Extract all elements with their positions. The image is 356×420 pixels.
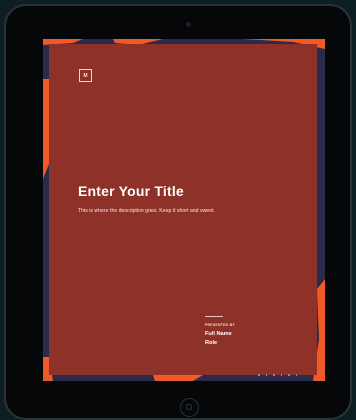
slide-description: This is where the description goes. Keep…: [78, 208, 215, 214]
pager-dot[interactable]: [288, 374, 290, 376]
slide-title: Enter Your Title: [78, 183, 184, 199]
pager-dot[interactable]: [265, 374, 267, 376]
pager-dot[interactable]: [280, 374, 282, 376]
pager-dot[interactable]: [273, 374, 275, 376]
logo-mark-icon: M: [79, 69, 92, 82]
presenter-role: Role: [205, 340, 218, 346]
presenter-divider: [205, 316, 223, 317]
slide-pager: [258, 374, 297, 376]
accent-shape-bottom-mid: [153, 375, 203, 381]
home-button-icon[interactable]: [180, 398, 199, 417]
pager-dot[interactable]: [258, 374, 260, 376]
presenter-name: Full Name: [205, 331, 232, 337]
presented-by-label: PRESENTED BY: [205, 323, 235, 327]
logo-text: M: [83, 72, 88, 79]
home-square-icon: [186, 404, 192, 410]
pager-dot[interactable]: [295, 374, 297, 376]
camera-icon: [186, 22, 191, 27]
